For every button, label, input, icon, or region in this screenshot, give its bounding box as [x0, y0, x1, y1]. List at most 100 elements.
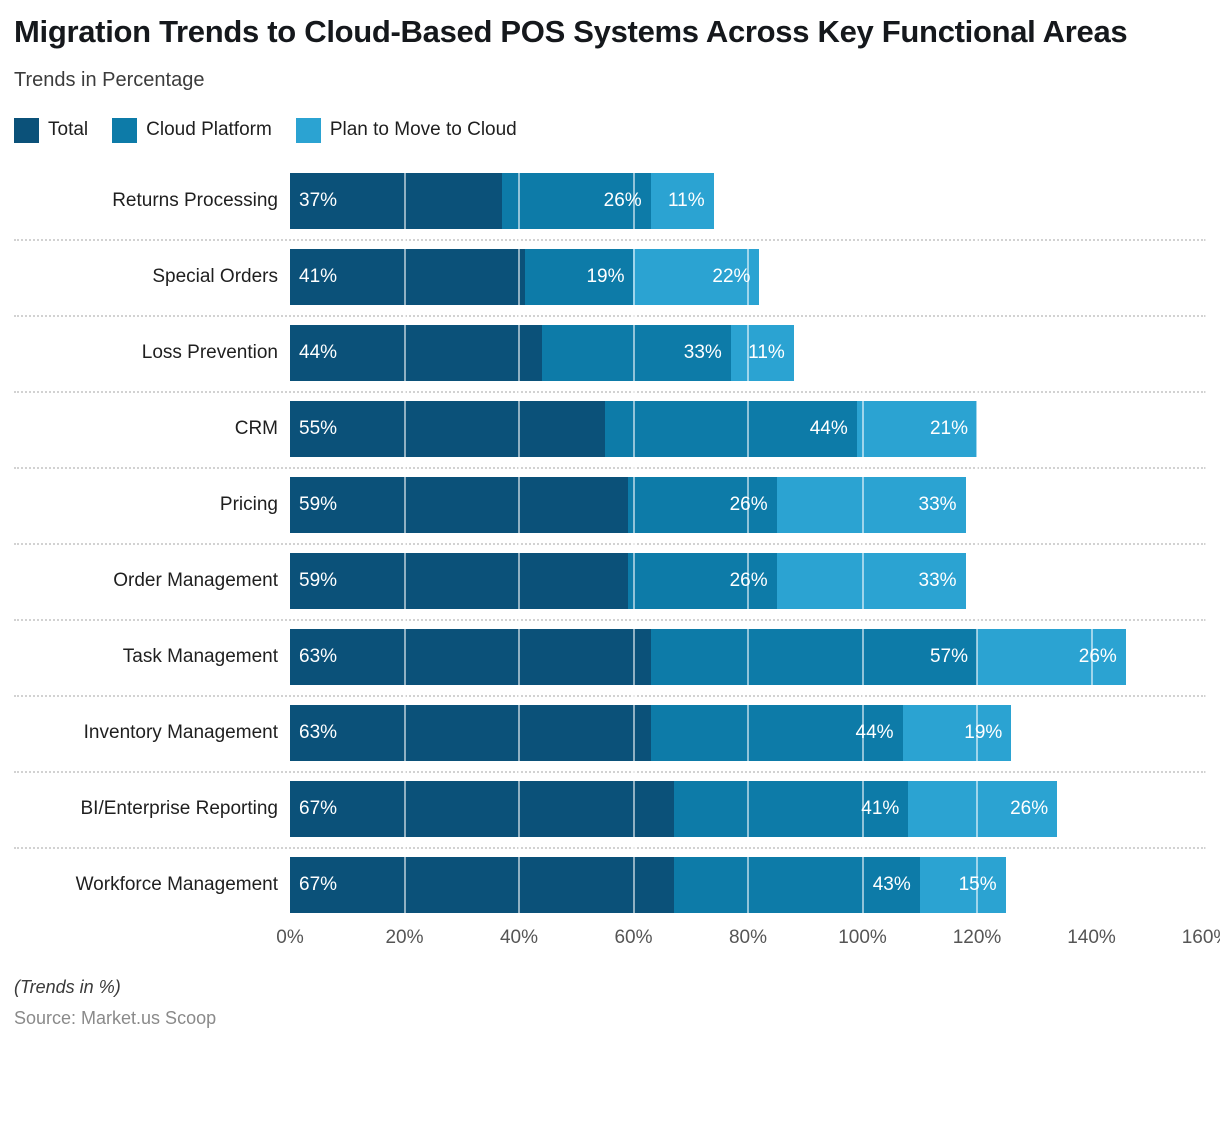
- bar-segment-total[interactable]: 37%: [290, 172, 502, 229]
- stacked-bar[interactable]: 67% 43% 15%: [290, 856, 1006, 913]
- x-axis-tick-label: 160%: [1181, 926, 1220, 948]
- x-axis-tick-label: 120%: [952, 926, 1002, 948]
- bar-segment-plan-to-move-to-cloud[interactable]: 26%: [908, 780, 1058, 837]
- x-axis-tick-label: 140%: [1067, 926, 1116, 948]
- bar-track: 67% 41% 26%: [290, 771, 1206, 847]
- bar-value-label: 44%: [809, 417, 848, 439]
- bar-value-label: 15%: [958, 873, 997, 895]
- bar-value-label: 11%: [748, 341, 785, 363]
- bar-value-label: 59%: [299, 569, 338, 591]
- bar-segment-plan-to-move-to-cloud[interactable]: 33%: [776, 552, 966, 609]
- bar-value-label: 26%: [729, 569, 768, 591]
- bar-value-label: 19%: [586, 265, 625, 287]
- x-axis: 0% 20% 40% 60% 80% 100% 120% 140% 160%: [276, 923, 1220, 955]
- stacked-bar[interactable]: 63% 44% 19%: [290, 704, 1012, 761]
- bar-value-label: 59%: [299, 493, 338, 515]
- bar-track: 63% 57% 26%: [290, 619, 1206, 695]
- category-label: Returns Processing: [112, 189, 278, 211]
- stacked-bar[interactable]: 44% 33% 11%: [290, 324, 794, 381]
- bar-segment-plan-to-move-to-cloud[interactable]: 26%: [976, 628, 1126, 685]
- footer-note: (Trends in %): [14, 976, 121, 997]
- bar-segment-plan-to-move-to-cloud[interactable]: 11%: [730, 324, 794, 381]
- bar-segment-total[interactable]: 67%: [290, 856, 674, 913]
- bar-row: Pricing 59% 26% 33%: [14, 466, 1206, 543]
- category-label: Loss Prevention: [141, 341, 278, 363]
- bar-segment-cloud-platform[interactable]: 19%: [524, 248, 634, 305]
- bar-segment-total[interactable]: 59%: [290, 552, 628, 609]
- legend-item-total[interactable]: Total: [14, 117, 89, 143]
- bar-row: Special Orders 41% 19% 22%: [14, 238, 1206, 315]
- bar-segment-total[interactable]: 41%: [290, 248, 525, 305]
- x-axis-tick-label: 100%: [838, 926, 887, 948]
- bar-value-label: 33%: [918, 569, 957, 591]
- bar-segment-cloud-platform[interactable]: 33%: [541, 324, 731, 381]
- bar-value-label: 26%: [729, 493, 768, 515]
- chart-subtitle: Trends in Percentage: [14, 68, 205, 91]
- x-axis-tick-label: 80%: [728, 926, 768, 948]
- stacked-bar[interactable]: 37% 26% 11%: [290, 172, 714, 229]
- bar-segment-plan-to-move-to-cloud[interactable]: 19%: [902, 704, 1012, 761]
- bar-segment-cloud-platform[interactable]: 26%: [627, 476, 777, 533]
- bar-track: 41% 19% 22%: [290, 239, 1206, 315]
- bar-segment-cloud-platform[interactable]: 26%: [501, 172, 651, 229]
- chart-footer: (Trends in %) Source: Market.us Scoop: [14, 955, 1206, 1029]
- stacked-bar[interactable]: 67% 41% 26%: [290, 780, 1058, 837]
- bar-row: BI/Enterprise Reporting 67% 41% 26%: [14, 770, 1206, 847]
- bar-segment-total[interactable]: 63%: [290, 628, 651, 685]
- bar-segment-total[interactable]: 67%: [290, 780, 674, 837]
- bar-row: Inventory Management 63% 44% 19%: [14, 694, 1206, 771]
- stacked-bar[interactable]: 55% 44% 21%: [290, 400, 977, 457]
- bar-value-label: 44%: [855, 721, 894, 743]
- legend-item-cloud-platform[interactable]: Cloud Platform: [112, 117, 272, 143]
- bar-segment-plan-to-move-to-cloud[interactable]: 33%: [776, 476, 966, 533]
- stacked-bar[interactable]: 59% 26% 33%: [290, 476, 966, 533]
- legend-item-label: Total: [48, 119, 89, 141]
- bar-segment-cloud-platform[interactable]: 44%: [650, 704, 903, 761]
- bar-value-label: 63%: [299, 645, 338, 667]
- stacked-bar[interactable]: 41% 19% 22%: [290, 248, 760, 305]
- bar-segment-plan-to-move-to-cloud[interactable]: 22%: [633, 248, 760, 305]
- category-label: Workforce Management: [75, 873, 278, 895]
- bar-segment-total[interactable]: 55%: [290, 400, 605, 457]
- bar-segment-cloud-platform[interactable]: 57%: [650, 628, 977, 685]
- bar-row: CRM 55% 44% 21%: [14, 390, 1206, 467]
- bar-segment-total[interactable]: 63%: [290, 704, 651, 761]
- bar-track: 55% 44% 21%: [290, 391, 1206, 467]
- category-label: Task Management: [122, 645, 278, 667]
- legend-swatch-icon: [295, 117, 321, 143]
- bar-segment-total[interactable]: 59%: [290, 476, 628, 533]
- bar-segment-cloud-platform[interactable]: 44%: [604, 400, 857, 457]
- bar-segment-cloud-platform[interactable]: 43%: [673, 856, 920, 913]
- bar-segment-cloud-platform[interactable]: 26%: [627, 552, 777, 609]
- bar-segment-plan-to-move-to-cloud[interactable]: 21%: [856, 400, 977, 457]
- bar-value-label: 19%: [964, 721, 1003, 743]
- legend-swatch-icon: [14, 117, 39, 143]
- bar-rows: Returns Processing 37% 26% 11% Special Order…: [14, 163, 1206, 923]
- plot-area: Returns Processing 37% 26% 11% Special Order…: [14, 162, 1207, 923]
- bar-value-label: 44%: [299, 341, 338, 363]
- bar-segment-plan-to-move-to-cloud[interactable]: 15%: [919, 856, 1006, 913]
- bar-segment-cloud-platform[interactable]: 41%: [673, 780, 909, 837]
- stacked-bar[interactable]: 63% 57% 26%: [290, 628, 1126, 685]
- chart-legend: Total Cloud Platform Plan to Move to Cloud: [14, 92, 1206, 143]
- chart-title: Migration Trends to Cloud-Based POS Syst…: [14, 14, 1128, 49]
- bar-row: Task Management 63% 57% 26%: [14, 618, 1206, 695]
- bar-segment-plan-to-move-to-cloud[interactable]: 11%: [650, 172, 714, 229]
- bar-segment-total[interactable]: 44%: [290, 324, 542, 381]
- stacked-bar[interactable]: 59% 26% 33%: [290, 552, 966, 609]
- bar-track: 63% 44% 19%: [290, 695, 1206, 771]
- category-label: Order Management: [113, 569, 278, 591]
- bar-value-label: 57%: [929, 645, 968, 667]
- bar-value-label: 63%: [299, 721, 338, 743]
- category-label: Pricing: [219, 493, 278, 515]
- bar-track: 44% 33% 11%: [290, 315, 1206, 391]
- category-label: Special Orders: [152, 265, 278, 287]
- bar-value-label: 22%: [712, 265, 751, 287]
- bar-value-label: 41%: [299, 265, 338, 287]
- legend-item-label: Plan to Move to Cloud: [329, 119, 517, 141]
- bar-track: 37% 26% 11%: [290, 163, 1206, 239]
- x-axis-tick-label: 0%: [276, 926, 304, 948]
- legend-swatch-icon: [112, 117, 138, 143]
- bar-track: 59% 26% 33%: [290, 467, 1206, 543]
- legend-item-plan-to-move-to-cloud[interactable]: Plan to Move to Cloud: [295, 117, 517, 143]
